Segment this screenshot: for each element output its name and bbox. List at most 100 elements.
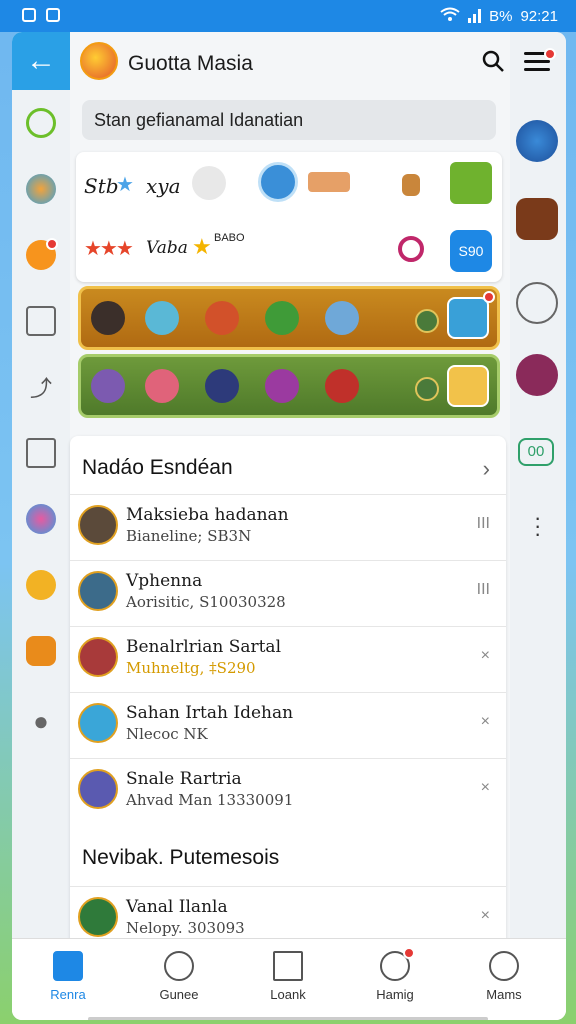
nav-missions[interactable]: Hamig xyxy=(355,947,435,1002)
close-icon[interactable]: × xyxy=(481,713,490,731)
item-subtitle: Ahvad Man 13330091 xyxy=(126,791,294,809)
section-title: Nadáo Esndéan xyxy=(82,456,233,479)
status-left xyxy=(22,8,60,22)
item-name: Vphenna xyxy=(126,571,203,591)
close-icon[interactable]: × xyxy=(481,779,490,797)
character-avatar[interactable] xyxy=(205,301,239,335)
gold-star-icon: ★ xyxy=(192,234,212,259)
list-item[interactable]: Sahan Irtah Idehan Nlecoc NK × xyxy=(70,692,506,758)
balloon-icon[interactable] xyxy=(26,504,56,534)
home-outline-icon[interactable] xyxy=(26,438,56,468)
item-name: Snale Rartria xyxy=(126,769,242,789)
character-avatar[interactable] xyxy=(325,301,359,335)
chat-icon[interactable] xyxy=(516,282,558,324)
character-strip-gold[interactable] xyxy=(78,286,500,350)
character-avatar[interactable] xyxy=(325,369,359,403)
character-avatar[interactable] xyxy=(205,369,239,403)
inbox-icon[interactable] xyxy=(26,306,56,336)
card-action-button[interactable]: S90 xyxy=(450,230,492,272)
character-strip-green[interactable] xyxy=(78,354,500,418)
hero-avatar[interactable] xyxy=(516,120,558,162)
character-avatar[interactable] xyxy=(145,301,179,335)
rating-stars-icon: ★★★ xyxy=(84,238,134,260)
character-avatar[interactable] xyxy=(145,369,179,403)
character-avatar[interactable] xyxy=(91,301,125,335)
character-avatar[interactable] xyxy=(91,369,125,403)
refresh-icon[interactable] xyxy=(398,236,424,262)
screenshot-icon xyxy=(22,8,36,22)
list-item[interactable]: Benalrlrian Sartal Muhneltg, ‡S290 × xyxy=(70,626,506,692)
card-row-2: ★★★ Vaba ★ BABO S90 xyxy=(76,222,502,278)
avatar xyxy=(78,703,118,743)
item-name: Vanal Ilanla xyxy=(126,897,228,917)
search-input[interactable]: Stan gefianamal Idanatian xyxy=(82,100,496,140)
strip-action-button[interactable] xyxy=(447,297,489,339)
chest-icon[interactable] xyxy=(26,636,56,666)
character-avatar[interactable] xyxy=(265,369,299,403)
status-right: B% 92:21 xyxy=(440,7,558,25)
notification-badge xyxy=(403,947,415,959)
strip-action-button[interactable] xyxy=(447,365,489,407)
info-icon[interactable] xyxy=(308,172,350,192)
pill-button[interactable]: 00 xyxy=(518,438,554,466)
nav-label: Hamig xyxy=(376,987,414,1002)
search-button[interactable] xyxy=(480,48,510,78)
character-avatar[interactable] xyxy=(265,301,299,335)
nav-label: Gunee xyxy=(159,987,199,1002)
item-subtitle: Muhneltg, ‡S290 xyxy=(126,659,256,677)
battery-text: B% xyxy=(489,7,513,25)
chevron-right-icon[interactable]: › xyxy=(483,456,490,482)
section-title: Nevibak. Putemesois xyxy=(82,846,280,869)
card-text-2: xya xyxy=(146,174,181,198)
nav-label: Mams xyxy=(486,987,522,1002)
card-tag: BABO xyxy=(214,232,245,244)
featured-card[interactable]: Stb ★ xya ★★★ Vaba ★ BABO S90 xyxy=(76,152,502,282)
boot-icon[interactable] xyxy=(402,174,420,196)
nav-home[interactable]: Renra xyxy=(28,951,108,1002)
list-item[interactable]: Snale Rartria Ahvad Man 13330091 × xyxy=(70,758,506,824)
smiley-icon[interactable] xyxy=(26,238,58,270)
item-subtitle: Aorisitic, S10030328 xyxy=(126,593,286,611)
villain-avatar[interactable] xyxy=(516,354,558,396)
rock-icon[interactable] xyxy=(192,166,226,200)
nav-games[interactable]: Gunee xyxy=(139,951,219,1002)
token-icon xyxy=(415,309,439,333)
close-icon[interactable]: × xyxy=(481,907,490,925)
item-name: Sahan Irtah Idehan xyxy=(126,703,294,723)
list-icon xyxy=(273,951,303,981)
nav-profile[interactable]: Mams xyxy=(464,951,544,1002)
pirate-avatar[interactable] xyxy=(516,198,558,240)
list-item[interactable]: Vphenna Aorisitic, S10030328 III xyxy=(70,560,506,626)
home-icon xyxy=(53,951,83,981)
back-button[interactable]: ← xyxy=(12,32,70,90)
more-icon[interactable]: III xyxy=(477,515,490,533)
star-icon: ★ xyxy=(116,174,134,196)
feather-icon[interactable] xyxy=(258,162,298,202)
character-thumb[interactable] xyxy=(450,162,492,204)
card-text-3: Vaba xyxy=(146,238,188,258)
status-bar: B% 92:21 xyxy=(0,0,576,32)
notification-badge xyxy=(544,48,556,60)
notification-badge xyxy=(46,238,58,250)
share-icon[interactable]: ⤴ xyxy=(26,372,56,402)
card-text-1: Stb xyxy=(84,174,119,198)
close-icon[interactable]: × xyxy=(481,647,490,665)
app-logo xyxy=(80,42,118,80)
avatar xyxy=(78,769,118,809)
sword-icon[interactable] xyxy=(26,570,56,600)
avatar xyxy=(78,571,118,611)
list-item[interactable]: Maksieba hadanan Bianeline; SB3N III xyxy=(70,494,506,560)
right-rail: 00 · · · xyxy=(510,32,566,1020)
nav-rank[interactable]: Loank xyxy=(248,951,328,1002)
notification-badge xyxy=(483,291,495,303)
token-icon xyxy=(415,377,439,401)
more-vertical-icon[interactable]: · · · xyxy=(534,507,541,545)
home-indicator[interactable] xyxy=(88,1017,488,1020)
leaf-icon[interactable] xyxy=(26,108,56,138)
globe-icon[interactable] xyxy=(26,174,56,204)
more-icon[interactable]: III xyxy=(477,581,490,599)
location-pin-icon[interactable]: ● xyxy=(26,706,56,736)
app-frame: ← ⤴ ● Guotta Masia Stan gefianamal Idana… xyxy=(12,32,566,1020)
clock: 92:21 xyxy=(520,7,558,25)
search-icon xyxy=(482,50,504,72)
